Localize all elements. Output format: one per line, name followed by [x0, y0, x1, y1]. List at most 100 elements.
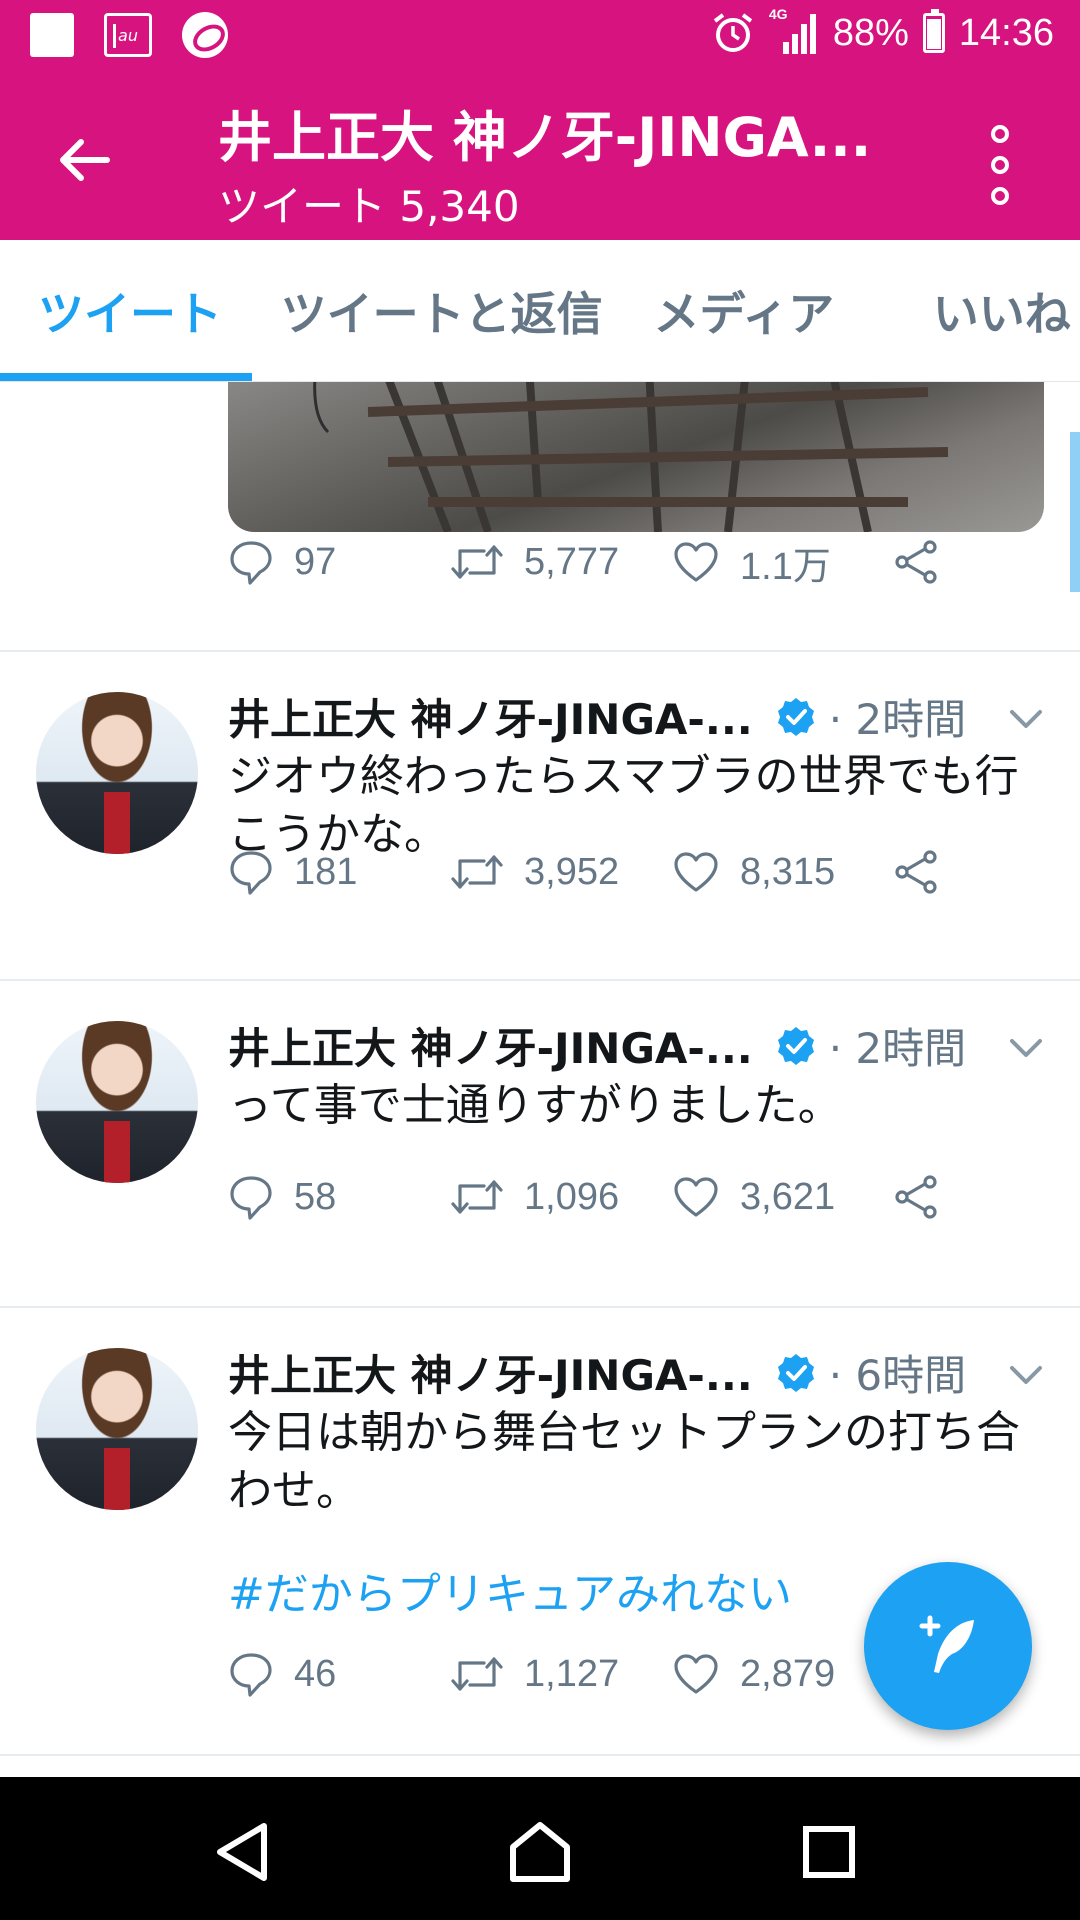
more-dot — [991, 187, 1009, 205]
tab-tweets-and-replies[interactable]: ツイートと返信 — [243, 240, 608, 381]
retweet-button[interactable]: 1,096 — [450, 1176, 672, 1219]
author-name[interactable]: 井上正大 神ノ牙-JINGA-... — [228, 1015, 753, 1076]
avatar[interactable] — [36, 1348, 198, 1510]
verified-badge-icon — [777, 1353, 814, 1392]
status-bar: au 4G 88% 14:36 — [0, 0, 1080, 75]
share-icon — [895, 1175, 937, 1219]
share-button[interactable] — [892, 1173, 940, 1221]
alarm-icon — [713, 13, 753, 52]
reply-count: 46 — [294, 1652, 337, 1695]
heart-icon — [674, 542, 718, 582]
more-vertical-icon — [991, 125, 1009, 143]
battery-icon — [922, 9, 945, 53]
like-button[interactable]: 1.1万 — [672, 535, 892, 590]
avatar[interactable] — [36, 692, 198, 854]
status-indicators: 4G 88% 14:36 — [711, 6, 1054, 58]
like-button[interactable]: 2,879 — [672, 1652, 892, 1696]
back-triangle-icon — [217, 1823, 267, 1881]
reply-icon — [230, 1176, 272, 1220]
verified-badge-icon — [777, 1026, 814, 1065]
profile-title: 井上正大 神ノ牙-JINGA... — [218, 106, 872, 169]
retweet-count: 3,952 — [524, 850, 620, 893]
tweet-header: 井上正大 神ノ牙-JINGA-... · 2時間 — [228, 1015, 966, 1076]
au-label: au — [118, 25, 138, 45]
retweet-button[interactable]: 5,777 — [450, 541, 672, 584]
retweet-count: 1,096 — [524, 1175, 620, 1218]
share-icon — [895, 540, 937, 584]
tweet-item[interactable]: 井上正大 神ノ牙-JINGA-... · 2時間 ジオウ終わったらスマブラの世界… — [0, 652, 1080, 978]
tweet-item[interactable]: 井上正大 神ノ牙-JINGA-... · 2時間 って事で士通りすがりました。 … — [0, 981, 1080, 1306]
retweet-icon — [451, 1180, 503, 1214]
signal-icon: 4G — [769, 6, 819, 58]
clock: 14:36 — [958, 11, 1054, 54]
tweet-text: って事で士通りすがりました。 — [228, 1080, 842, 1131]
share-button[interactable] — [892, 848, 940, 896]
share-icon — [895, 850, 937, 894]
heart-icon — [674, 1177, 718, 1217]
like-button[interactable]: 3,621 — [672, 1175, 892, 1219]
chevron-down-icon[interactable] — [1006, 1033, 1046, 1063]
profile-tabs: ツイート ツイートと返信 メディア いいね — [0, 240, 1080, 382]
tweet-header: 井上正大 神ノ牙-JINGA-... · 2時間 — [228, 686, 966, 747]
more-options-button[interactable] — [980, 125, 1020, 205]
reply-count: 97 — [294, 540, 337, 583]
like-count: 1.1万 — [740, 545, 831, 588]
tweet-actions: 46 1,127 2,879 — [228, 1644, 892, 1704]
reply-count: 181 — [294, 850, 358, 893]
author-name[interactable]: 井上正大 神ノ牙-JINGA-... — [228, 1342, 753, 1403]
compose-tweet-button[interactable] — [864, 1562, 1032, 1730]
battery-level — [926, 19, 941, 49]
retweet-count: 5,777 — [524, 540, 620, 583]
reply-icon — [230, 1653, 272, 1697]
tweet-count: ツイート 5,340 — [218, 182, 520, 231]
system-nav-bar — [0, 1777, 1080, 1920]
retweet-count: 1,127 — [524, 1652, 620, 1695]
status-notifications: au — [30, 12, 228, 58]
heart-icon — [674, 852, 718, 892]
like-count: 2,879 — [740, 1652, 836, 1695]
retweet-button[interactable]: 3,952 — [450, 851, 672, 894]
tweet-time: · 2時間 — [828, 1024, 967, 1073]
heart-icon — [674, 1654, 718, 1694]
nav-back-button[interactable] — [197, 1807, 287, 1897]
retweet-icon — [451, 855, 503, 889]
back-button[interactable] — [48, 125, 118, 195]
reply-icon — [230, 851, 272, 895]
share-button[interactable] — [892, 538, 940, 586]
tab-likes[interactable]: いいね — [887, 240, 1080, 381]
scrollbar-thumb[interactable] — [1070, 432, 1080, 592]
tweet-header: 井上正大 神ノ牙-JINGA-... · 6時間 — [228, 1342, 966, 1403]
avatar[interactable] — [36, 1021, 198, 1183]
divider — [0, 1754, 1080, 1756]
tweet-time: · 2時間 — [828, 695, 967, 744]
chevron-down-icon[interactable] — [1006, 1360, 1046, 1390]
reply-button[interactable]: 46 — [228, 1651, 450, 1697]
tab-tweets[interactable]: ツイート — [0, 240, 243, 381]
retweet-button[interactable]: 1,127 — [450, 1653, 672, 1696]
chevron-down-icon[interactable] — [1006, 704, 1046, 734]
reply-button[interactable]: 97 — [228, 539, 450, 585]
like-button[interactable]: 8,315 — [672, 850, 892, 894]
tweet-actions: 58 1,096 3,621 — [228, 1167, 940, 1227]
retweet-icon — [451, 545, 503, 579]
author-name[interactable]: 井上正大 神ノ牙-JINGA-... — [228, 686, 753, 747]
more-dot — [991, 156, 1009, 174]
reply-button[interactable]: 58 — [228, 1174, 450, 1220]
reply-button[interactable]: 181 — [228, 849, 450, 895]
tweet-text: 今日は朝から舞台セットプランの打ち合わせ。 — [228, 1407, 1020, 1516]
tab-media[interactable]: メディア — [608, 240, 887, 381]
nav-recents-button[interactable] — [784, 1807, 874, 1897]
tweet-actions: 181 3,952 8,315 — [228, 842, 940, 902]
tweet-media-image[interactable] — [228, 382, 1044, 532]
arrow-left-icon — [60, 139, 110, 181]
nav-home-button[interactable] — [495, 1807, 585, 1897]
app-notification-icon — [182, 12, 228, 58]
notification-square-icon — [30, 13, 74, 57]
reply-icon — [230, 541, 272, 585]
reply-count: 58 — [294, 1175, 337, 1218]
tweet-actions: 97 5,777 1.1万 — [228, 532, 940, 592]
tab-indicator — [0, 373, 252, 381]
recents-icon — [803, 1826, 855, 1878]
hashtag-link[interactable]: #だからプリキュアみれない — [228, 1558, 792, 1622]
retweet-icon — [451, 1657, 503, 1691]
